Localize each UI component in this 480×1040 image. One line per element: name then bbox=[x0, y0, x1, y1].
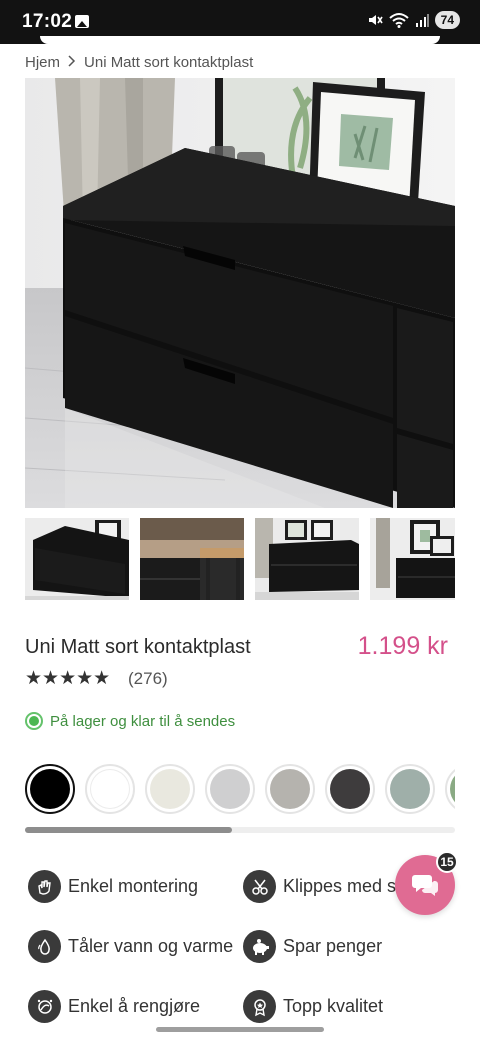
swatch-warm-grey[interactable] bbox=[265, 764, 315, 814]
feature-water-heat-resistant: Tåler vann og varme bbox=[28, 930, 233, 963]
product-title: Uni Matt sort kontaktplast bbox=[25, 636, 251, 658]
cleaning-icon bbox=[28, 990, 61, 1023]
swatch-fill bbox=[390, 769, 430, 809]
swatch-white[interactable] bbox=[85, 764, 135, 814]
stock-status: På lager og klar til å sendes bbox=[25, 712, 235, 730]
feature-label: Tåler vann og varme bbox=[68, 936, 234, 956]
signal-icon bbox=[415, 14, 429, 27]
hand-icon bbox=[28, 870, 61, 903]
chat-bubbles-icon bbox=[412, 875, 438, 896]
swatch-green[interactable] bbox=[445, 764, 455, 814]
swatch-fill bbox=[330, 769, 370, 809]
feature-easy-to-clean: Enkel å rengjøre bbox=[28, 990, 200, 1023]
swatch-fill bbox=[210, 769, 250, 809]
thumbnail-strip bbox=[25, 518, 455, 600]
review-count[interactable]: (276) bbox=[128, 669, 168, 689]
mute-icon bbox=[368, 15, 383, 25]
wifi-icon bbox=[388, 13, 409, 28]
stock-dot-icon bbox=[25, 712, 43, 730]
scissors-icon bbox=[243, 870, 276, 903]
swatch-cream[interactable] bbox=[145, 764, 195, 814]
swatch-sage-grey[interactable] bbox=[385, 764, 435, 814]
stock-text: På lager og klar til å sendes bbox=[50, 712, 236, 730]
color-swatches bbox=[25, 763, 455, 815]
breadcrumb-current: Uni Matt sort kontaktplast bbox=[84, 53, 254, 71]
swatch-scrollbar-thumb[interactable] bbox=[25, 827, 232, 833]
battery-indicator: 74 bbox=[434, 11, 460, 29]
thumbnail-4[interactable] bbox=[370, 518, 455, 600]
swatch-fill bbox=[150, 769, 190, 809]
status-icons: 74 bbox=[367, 11, 460, 29]
swatch-scrollbar[interactable] bbox=[25, 827, 455, 833]
feature-save-money: Spar penger bbox=[243, 930, 382, 963]
piggy-bank-icon bbox=[243, 930, 276, 963]
swatch-black[interactable] bbox=[25, 764, 75, 814]
thumbnail-2[interactable] bbox=[140, 518, 244, 600]
gallery-notification-icon bbox=[75, 15, 89, 28]
swatch-light-grey[interactable] bbox=[205, 764, 255, 814]
swatch-fill bbox=[450, 769, 455, 809]
thumbnail-3[interactable] bbox=[255, 518, 359, 600]
product-main-image[interactable] bbox=[25, 78, 455, 508]
water-drop-icon bbox=[28, 930, 61, 963]
chevron-right-icon bbox=[68, 54, 76, 70]
swatch-fill bbox=[270, 769, 310, 809]
breadcrumb: Hjem Uni Matt sort kontaktplast bbox=[25, 52, 253, 72]
product-price: 1.199 kr bbox=[357, 632, 448, 660]
status-time: 17:02 bbox=[22, 11, 73, 32]
feature-label: Topp kvalitet bbox=[283, 996, 384, 1016]
feature-easy-mounting: Enkel montering bbox=[28, 870, 198, 903]
rating-stars[interactable]: ★★★★★ bbox=[25, 667, 110, 690]
chat-unread-badge: 15 bbox=[436, 851, 458, 873]
home-indicator[interactable] bbox=[156, 1027, 324, 1032]
breadcrumb-home[interactable]: Hjem bbox=[25, 54, 60, 71]
swatch-fill bbox=[30, 769, 70, 809]
swatch-fill bbox=[90, 769, 130, 809]
thumbnail-1[interactable] bbox=[25, 518, 129, 600]
browser-sheet-edge bbox=[40, 36, 440, 44]
feature-label: Enkel montering bbox=[68, 876, 199, 896]
swatch-dark-grey[interactable] bbox=[325, 764, 375, 814]
quality-badge-icon bbox=[243, 990, 276, 1023]
feature-top-quality: Topp kvalitet bbox=[243, 990, 383, 1023]
feature-label: Spar penger bbox=[283, 936, 383, 956]
feature-label: Enkel å rengjøre bbox=[68, 996, 201, 1016]
